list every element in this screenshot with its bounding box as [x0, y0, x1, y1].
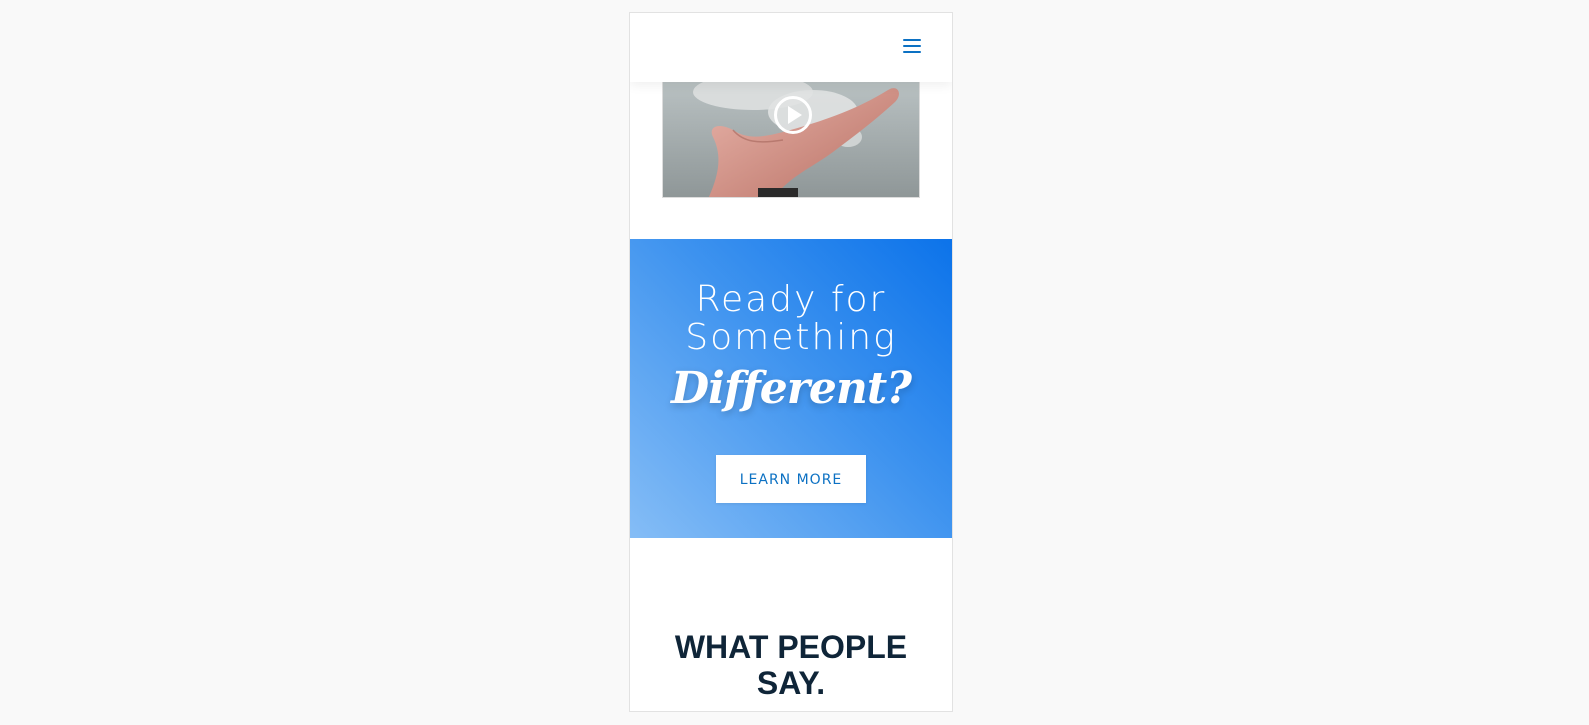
- mobile-viewport: Ready for Something Different? LEARN MOR…: [629, 12, 953, 712]
- hamburger-menu-icon[interactable]: [903, 39, 921, 53]
- cta-heading-line2: Something: [685, 317, 897, 358]
- testimonials-heading: WHAT PEOPLE SAY.: [630, 629, 952, 701]
- site-header: [630, 13, 952, 82]
- learn-more-button[interactable]: LEARN MORE: [716, 455, 866, 503]
- cta-section: Ready for Something Different? LEARN MOR…: [630, 239, 952, 538]
- testimonials-heading-line1: WHAT PEOPLE: [674, 629, 908, 665]
- play-circle-icon[interactable]: [773, 95, 813, 135]
- testimonials-heading-line2: SAY.: [756, 665, 826, 701]
- cta-script-word: Different?: [671, 363, 912, 414]
- cta-heading-line1: Ready for: [695, 279, 887, 320]
- video-thumbnail[interactable]: [662, 81, 920, 198]
